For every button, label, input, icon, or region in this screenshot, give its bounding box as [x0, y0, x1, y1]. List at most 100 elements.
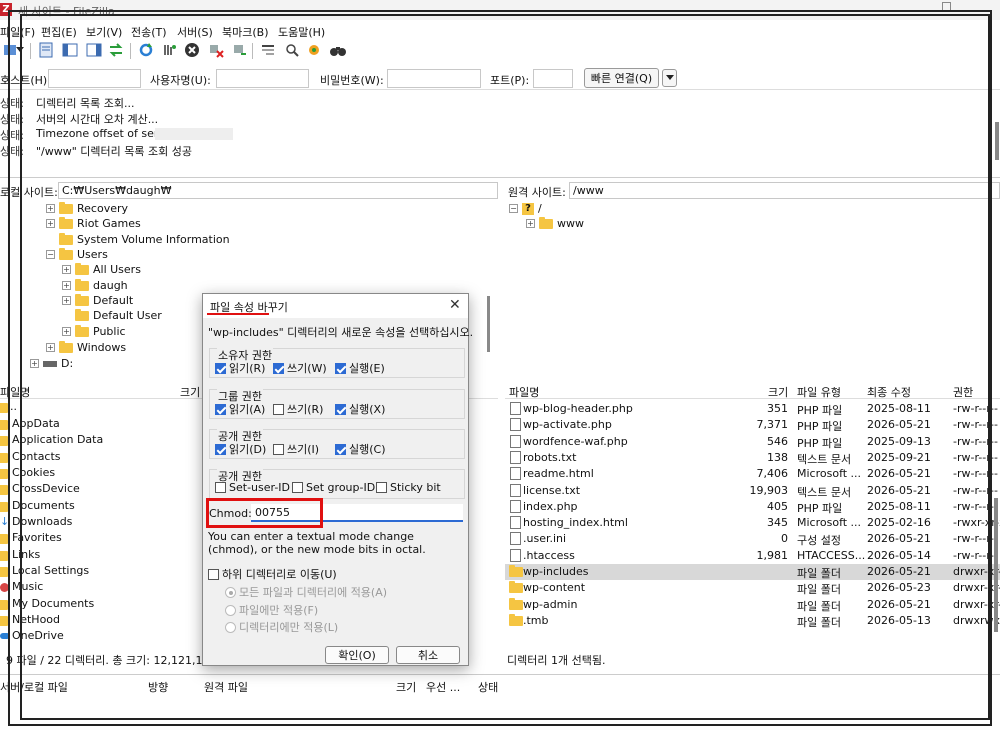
- col-permissions[interactable]: 권한: [953, 384, 973, 400]
- setuid-checkbox[interactable]: Set-user-ID: [215, 481, 290, 494]
- log-scrollbar[interactable]: [995, 122, 999, 160]
- menu-bookmark[interactable]: 북마크(B): [222, 24, 269, 40]
- tree-node[interactable]: + www: [526, 216, 584, 231]
- username-input[interactable]: [216, 69, 309, 88]
- tree-node[interactable]: + All Users: [62, 262, 141, 277]
- col-type[interactable]: 파일 유형: [797, 384, 841, 400]
- list-item[interactable]: Documents: [0, 499, 200, 515]
- public-execute-checkbox[interactable]: 실행(C): [335, 441, 386, 457]
- maximize-icon[interactable]: [942, 2, 951, 11]
- group-write-checkbox[interactable]: 쓰기(R): [273, 401, 323, 417]
- tree-node[interactable]: + daugh: [62, 278, 128, 293]
- find-files-icon[interactable]: [328, 40, 348, 60]
- menu-view[interactable]: 보기(V): [86, 24, 122, 40]
- list-item[interactable]: My Documents: [0, 597, 200, 613]
- queue-col-status[interactable]: 상태: [478, 679, 498, 695]
- tree-node[interactable]: + Public: [62, 324, 126, 339]
- list-item[interactable]: Music: [0, 580, 200, 596]
- list-item[interactable]: Favorites: [0, 531, 200, 547]
- tree-node[interactable]: + Windows: [46, 340, 126, 355]
- table-row[interactable]: robots.txt 138 텍스트 문서 2025-09-21 -rw-r--r--: [505, 450, 1000, 466]
- menu-edit[interactable]: 편집(E): [41, 24, 77, 40]
- refresh-icon[interactable]: [136, 40, 156, 60]
- table-row[interactable]: .tmb 파일 폴더 2026-05-13 drwxrwxr-x: [505, 613, 1000, 629]
- table-row[interactable]: .user.ini 0 구성 설정 2026-05-21 -rw-r--r--: [505, 531, 1000, 547]
- owner-execute-checkbox[interactable]: 실행(E): [335, 360, 385, 376]
- list-item[interactable]: Links: [0, 548, 200, 564]
- host-input[interactable]: [48, 69, 141, 88]
- group-execute-checkbox[interactable]: 실행(X): [335, 401, 385, 417]
- list-item[interactable]: Local Settings: [0, 564, 200, 580]
- menu-transfer[interactable]: 전송(T): [131, 24, 167, 40]
- tree-node[interactable]: + Riot Games: [46, 216, 141, 231]
- apply-files-radio[interactable]: 파일에만 적용(F): [225, 602, 318, 618]
- quickconnect-button[interactable]: 빠른 연결(Q): [584, 68, 659, 88]
- tree-node[interactable]: + D:: [30, 356, 73, 371]
- list-item[interactable]: Cookies: [0, 466, 200, 482]
- tree-node[interactable]: + Default: [62, 293, 133, 308]
- sync-browsing-icon[interactable]: [304, 40, 324, 60]
- close-icon[interactable]: ✕: [449, 297, 461, 313]
- tree-node[interactable]: Default User: [75, 308, 162, 323]
- table-row[interactable]: wp-blog-header.php 351 PHP 파일 2025-08-11 -rw…: [505, 401, 1000, 417]
- reconnect-icon[interactable]: [230, 40, 250, 60]
- menu-file[interactable]: 파일(F): [0, 24, 35, 40]
- menu-help[interactable]: 도움말(H): [278, 24, 325, 40]
- tree-node[interactable]: −? /: [509, 201, 542, 216]
- table-row[interactable]: readme.html 7,406 Microsoft ... 2026-05-21 -…: [505, 466, 1000, 482]
- public-write-checkbox[interactable]: 쓰기(I): [273, 441, 319, 457]
- owner-write-checkbox[interactable]: 쓰기(W): [273, 360, 327, 376]
- table-row[interactable]: wp-includes 파일 폴더 2026-05-21 drwxr-xr-x: [505, 564, 1000, 580]
- tree-node[interactable]: + Recovery: [46, 201, 128, 216]
- col-filename[interactable]: 파일명: [509, 384, 539, 400]
- queue-col-priority[interactable]: 우선 ...: [426, 679, 460, 695]
- queue-col-size[interactable]: 크기: [396, 679, 416, 695]
- port-input[interactable]: [533, 69, 573, 88]
- table-row[interactable]: wp-activate.php 7,371 PHP 파일 2026-05-21 -rw-…: [505, 417, 1000, 433]
- list-item[interactable]: ..: [0, 400, 200, 416]
- apply-dirs-radio[interactable]: 디렉터리에만 적용(L): [225, 619, 338, 635]
- tree-node[interactable]: System Volume Information: [59, 232, 230, 247]
- table-row[interactable]: index.php 405 PHP 파일 2025-08-11 -rw-r--r--: [505, 499, 1000, 515]
- table-row[interactable]: hosting_index.html 345 Microsoft ... 2025-0…: [505, 515, 1000, 531]
- recurse-subdirectories-checkbox[interactable]: 하위 디렉터리로 이동(U): [208, 566, 337, 582]
- queue-col-direction[interactable]: 방향: [148, 679, 168, 695]
- list-item[interactable]: AppData: [0, 417, 200, 433]
- col-filename[interactable]: 파일명: [0, 384, 30, 400]
- owner-read-checkbox[interactable]: 읽기(R): [215, 360, 265, 376]
- chevron-down-icon[interactable]: [14, 40, 26, 60]
- directory-listing-filter-icon[interactable]: [258, 40, 278, 60]
- group-read-checkbox[interactable]: 읽기(A): [215, 401, 265, 417]
- local-path-input[interactable]: C:₩Users₩daugh₩: [58, 182, 498, 199]
- table-row[interactable]: wp-content 파일 폴더 2026-05-23 drwxr-xr-x: [505, 580, 1000, 596]
- remote-tree-icon[interactable]: [84, 40, 104, 60]
- sticky-bit-checkbox[interactable]: Sticky bit: [376, 481, 441, 494]
- col-size[interactable]: 크기: [180, 384, 200, 400]
- setgid-checkbox[interactable]: Set group-ID: [292, 481, 375, 494]
- table-row[interactable]: wp-admin 파일 폴더 2026-05-21 drwxr-xr-x: [505, 597, 1000, 613]
- col-modified[interactable]: 최종 수정: [867, 384, 911, 400]
- local-tree-icon[interactable]: [60, 40, 80, 60]
- disconnect-icon[interactable]: [206, 40, 226, 60]
- message-log-icon[interactable]: [36, 40, 56, 60]
- quickconnect-dropdown[interactable]: [662, 69, 677, 87]
- local-tree-scrollbar[interactable]: [487, 296, 490, 352]
- transfer-queue-icon[interactable]: [106, 40, 126, 60]
- cancel-icon[interactable]: [182, 40, 202, 60]
- queue-col-remote[interactable]: 원격 파일: [204, 679, 248, 695]
- table-row[interactable]: wordfence-waf.php 546 PHP 파일 2025-09-13 -rw-…: [505, 434, 1000, 450]
- list-item[interactable]: Application Data: [0, 433, 200, 449]
- list-item[interactable]: NetHood: [0, 613, 200, 629]
- filter-icon[interactable]: [160, 40, 180, 60]
- table-row[interactable]: license.txt 19,903 텍스트 문서 2026-05-21 -rw-r--…: [505, 483, 1000, 499]
- remote-list-scrollbar[interactable]: [994, 498, 998, 632]
- apply-all-radio[interactable]: 모든 파일과 디렉터리에 적용(A): [225, 584, 387, 600]
- ok-button[interactable]: 확인(O): [325, 646, 389, 664]
- list-item[interactable]: OneDrive: [0, 629, 200, 645]
- menu-server[interactable]: 서버(S): [177, 24, 213, 40]
- list-item[interactable]: ↓ Downloads: [0, 515, 200, 531]
- remote-path-input[interactable]: /www: [569, 182, 1000, 199]
- tree-node[interactable]: − Users: [46, 247, 108, 262]
- password-input[interactable]: [387, 69, 481, 88]
- public-read-checkbox[interactable]: 읽기(D): [215, 441, 266, 457]
